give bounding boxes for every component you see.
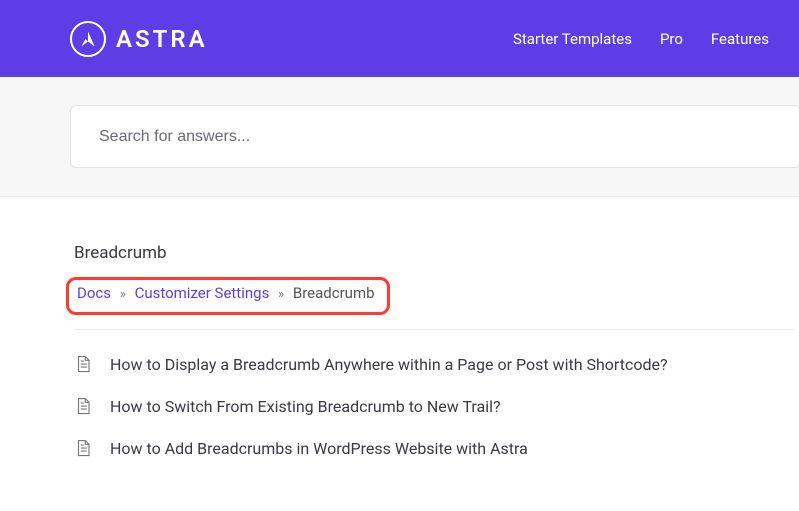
breadcrumb-link-docs[interactable]: Docs — [77, 284, 111, 302]
search-section — [0, 77, 799, 197]
doc-link[interactable]: How to Add Breadcrumbs in WordPress Webs… — [110, 439, 528, 458]
search-box — [70, 105, 799, 168]
breadcrumb-separator: » — [278, 287, 284, 302]
primary-nav: Starter Templates Pro Features — [513, 30, 769, 48]
breadcrumb-current: Breadcrumb — [293, 284, 375, 302]
nav-features[interactable]: Features — [711, 30, 769, 48]
search-input[interactable] — [99, 128, 771, 146]
page-title: Breadcrumb — [74, 243, 799, 263]
breadcrumb-highlight: Docs » Customizer Settings » Breadcrumb — [66, 277, 390, 315]
breadcrumb-separator: » — [120, 287, 126, 302]
site-header: ASTRA Starter Templates Pro Features — [0, 0, 799, 77]
breadcrumb-link-customizer-settings[interactable]: Customizer Settings — [135, 284, 270, 302]
document-icon — [74, 354, 92, 374]
doc-list: How to Display a Breadcrumb Anywhere wit… — [74, 354, 799, 458]
astra-logo-icon — [70, 21, 106, 57]
brand-name: ASTRA — [116, 25, 208, 53]
section-divider — [74, 329, 794, 330]
list-item: How to Switch From Existing Breadcrumb t… — [74, 396, 799, 416]
breadcrumb: Docs » Customizer Settings » Breadcrumb — [77, 284, 375, 302]
document-icon — [74, 396, 92, 416]
brand-logo[interactable]: ASTRA — [70, 21, 208, 57]
list-item: How to Add Breadcrumbs in WordPress Webs… — [74, 438, 799, 458]
doc-link[interactable]: How to Display a Breadcrumb Anywhere wit… — [110, 355, 668, 374]
nav-starter-templates[interactable]: Starter Templates — [513, 30, 632, 48]
doc-link[interactable]: How to Switch From Existing Breadcrumb t… — [110, 397, 501, 416]
list-item: How to Display a Breadcrumb Anywhere wit… — [74, 354, 799, 374]
main-content: Breadcrumb Docs » Customizer Settings » … — [0, 197, 799, 458]
document-icon — [74, 438, 92, 458]
nav-pro[interactable]: Pro — [660, 30, 683, 48]
